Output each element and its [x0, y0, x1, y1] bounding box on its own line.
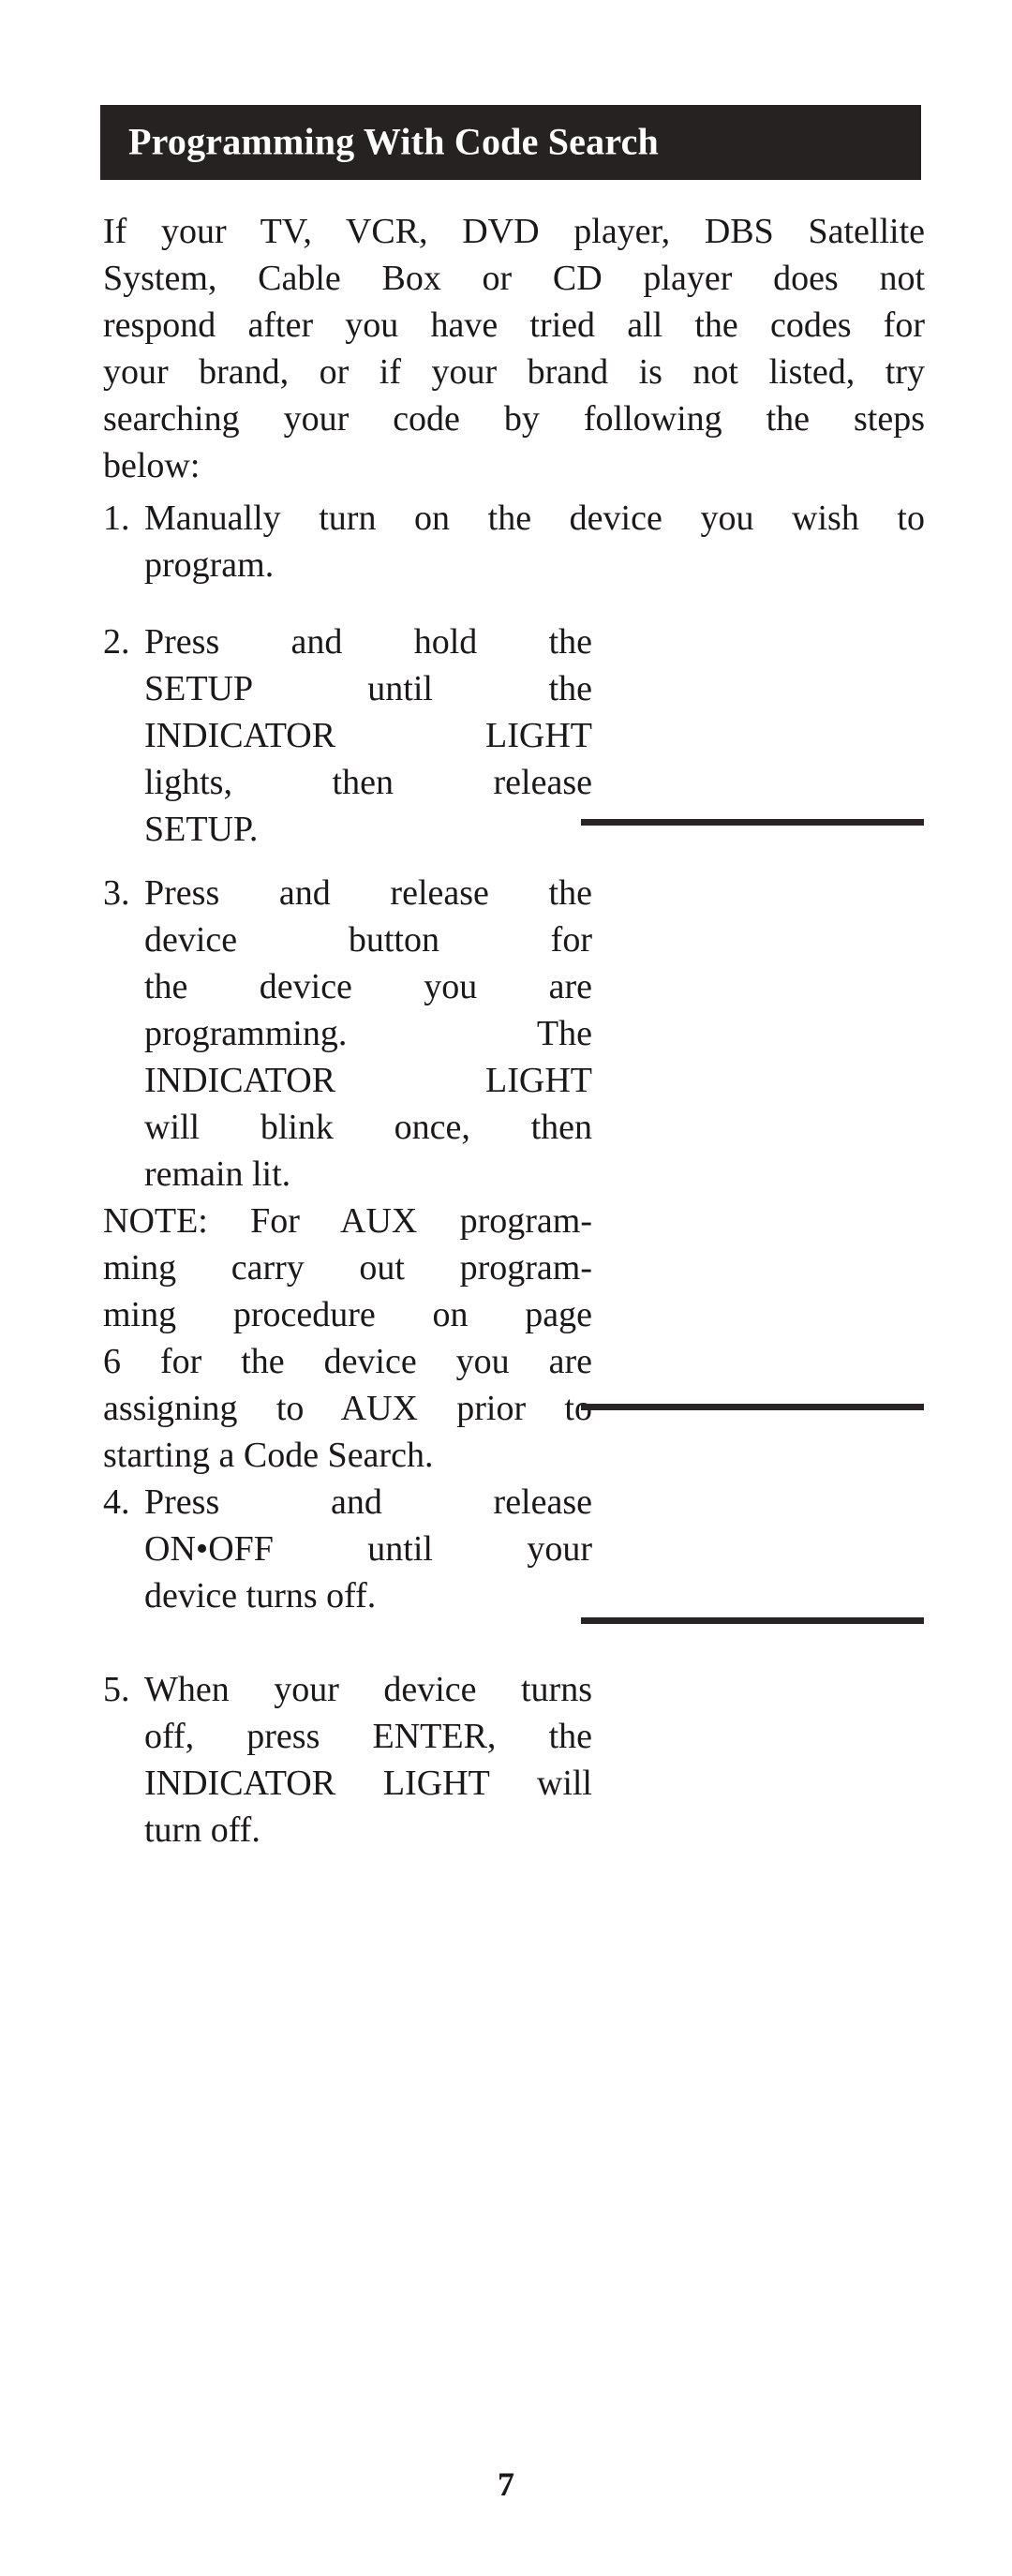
step-number: 5.	[103, 1670, 130, 1709]
note-paragraph: NOTE: For AUX program- ming carry out pr…	[103, 1198, 592, 1479]
step-line: When your device turns	[144, 1670, 592, 1709]
step-body: Press and hold the SETUP until the INDIC…	[144, 618, 592, 853]
note-line: starting a Code Search.	[103, 1436, 434, 1475]
step-body: Press and release ON•OFF until your devi…	[144, 1479, 592, 1619]
step-line: ON•OFF until your	[144, 1529, 592, 1569]
step-line: lights, then release	[144, 763, 592, 802]
horizontal-rule	[581, 819, 924, 826]
step-line: Press and hold the	[144, 622, 592, 662]
page-title: Programming With Code Search	[128, 120, 659, 163]
step-item-5: 5. When your device turns off, press ENT…	[103, 1666, 592, 1854]
intro-paragraph: If your TV, VCR, DVD player, DBS Satelli…	[103, 208, 925, 489]
step-item-4: 4. Press and release ON•OFF until your d…	[103, 1479, 592, 1619]
step-line: INDICATOR LIGHT	[144, 716, 592, 755]
note-line: NOTE: For AUX program-	[103, 1201, 592, 1241]
note-line: ming procedure on page	[103, 1295, 592, 1334]
step-item-3: 3. Press and release the device button f…	[103, 870, 592, 1198]
note-line: assigning to AUX prior to	[103, 1389, 592, 1428]
step-line: SETUP until the	[144, 669, 592, 708]
step-body: Manually turn on the device you wish to …	[144, 495, 925, 588]
section-title-bar: Programming With Code Search	[100, 105, 921, 180]
step-line: INDICATOR LIGHT will	[144, 1764, 592, 1803]
step-number: 1.	[103, 499, 130, 538]
step-line: INDICATOR LIGHT	[144, 1061, 592, 1100]
step-line: Press and release	[144, 1482, 592, 1522]
step-item-2: 2. Press and hold the SETUP until the IN…	[103, 618, 592, 853]
step-line: remain lit.	[144, 1154, 291, 1194]
page-number: 7	[498, 2465, 514, 2503]
intro-line: below:	[103, 446, 201, 485]
step-line: Manually turn on the device you wish to	[144, 499, 925, 538]
note-line: 6 for the device you are	[103, 1342, 592, 1381]
step-number: 2.	[103, 622, 130, 662]
step-line: device button for	[144, 920, 592, 960]
intro-line: respond after you have tried all the cod…	[103, 305, 925, 345]
intro-line: System, Cable Box or CD player does not	[103, 259, 925, 298]
step-line: program.	[144, 545, 275, 585]
step-body: When your device turns off, press ENTER,…	[144, 1666, 592, 1854]
step-line: device turns off.	[144, 1576, 377, 1616]
step-number: 4.	[103, 1482, 130, 1522]
step-line: Press and release the	[144, 873, 592, 913]
step-item-1: 1. Manually turn on the device you wish …	[103, 495, 925, 588]
step-line: turn off.	[144, 1810, 260, 1850]
step-number: 3.	[103, 873, 130, 913]
step-body: Press and release the device button for …	[144, 870, 592, 1198]
horizontal-rule	[581, 1404, 924, 1410]
intro-line: your brand, or if your brand is not list…	[103, 352, 925, 392]
step-line: the device you are	[144, 967, 592, 1006]
step-line: programming. The	[144, 1014, 592, 1053]
intro-line: searching your code by following the ste…	[103, 399, 925, 439]
step-line: will blink once, then	[144, 1108, 592, 1147]
note-line: ming carry out program-	[103, 1248, 592, 1288]
intro-line: If your TV, VCR, DVD player, DBS Satelli…	[103, 212, 925, 251]
document-page: Programming With Code Search If your TV,…	[0, 0, 1012, 2576]
step-line: SETUP.	[144, 810, 259, 849]
horizontal-rule	[581, 1617, 924, 1624]
step-line: off, press ENTER, the	[144, 1717, 592, 1756]
